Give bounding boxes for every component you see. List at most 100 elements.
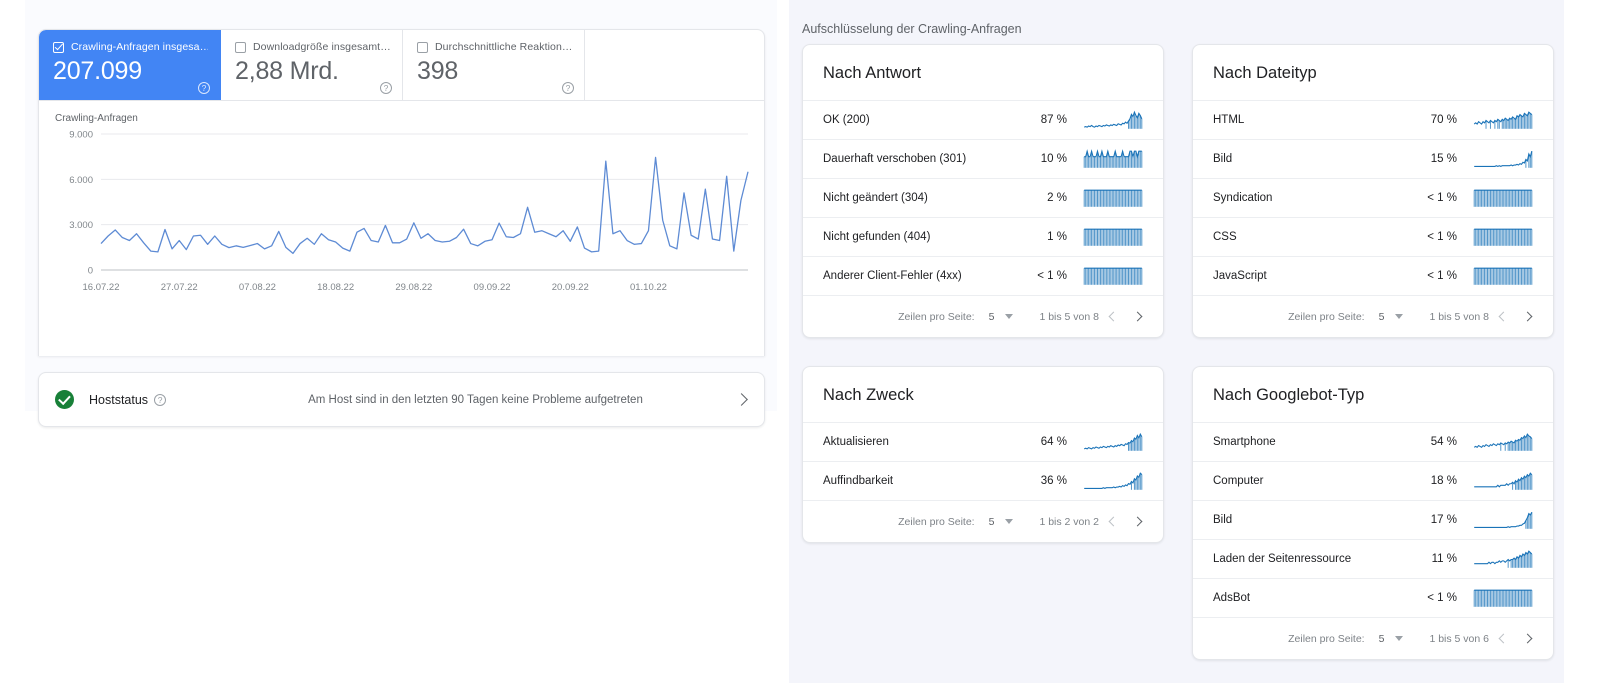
next-page-button[interactable] (1125, 509, 1151, 535)
svg-text:0: 0 (88, 266, 93, 277)
sparkline (1473, 189, 1533, 207)
metric-tile-2[interactable]: Durchschnittliche Reaktion… 398? (403, 30, 585, 100)
sparkline (1473, 267, 1533, 285)
chevron-right-icon[interactable] (735, 393, 748, 406)
table-row[interactable]: Computer 18 % (1193, 461, 1553, 500)
row-percent: 18 % (1430, 475, 1457, 487)
chevron-down-icon[interactable] (1395, 636, 1404, 641)
breakdown-card-2: Nach Zweck Aktualisieren 64 % Auffindbarkei… (802, 366, 1164, 543)
chevron-down-icon[interactable] (1005, 519, 1014, 524)
table-row[interactable]: Nicht gefunden (404) 1 % (803, 217, 1163, 256)
svg-text:6.000: 6.000 (69, 175, 93, 186)
rows-per-page-value[interactable]: 5 (1379, 311, 1385, 323)
chevron-right-icon (1132, 311, 1142, 322)
question-mark-icon[interactable]: ? (198, 82, 210, 94)
chart-title: Crawling-Anfragen (55, 113, 138, 124)
table-row[interactable]: Bild 15 % (1193, 139, 1553, 178)
next-page-button[interactable] (1515, 626, 1541, 652)
sparkline (1474, 550, 1533, 568)
table-row[interactable]: OK (200) 87 % (803, 100, 1163, 139)
table-row[interactable]: Bild 17 % (1193, 500, 1553, 539)
table-row[interactable]: Laden der Seitenressource 11 % (1193, 539, 1553, 578)
table-row[interactable]: HTML 70 % (1193, 100, 1553, 139)
chevron-right-icon (1522, 311, 1532, 322)
row-label: Smartphone (1213, 436, 1276, 448)
host-status-label: Hoststatus (89, 392, 149, 407)
metric-tile-1[interactable]: Downloadgröße insgesamt… 2,88 Mrd.? (221, 30, 403, 100)
next-page-button[interactable] (1515, 304, 1541, 330)
left-panel-content: Crawling-Anfragen insgesa… 207.099? Downlo… (38, 29, 765, 427)
next-page-button[interactable] (1125, 304, 1151, 330)
line-chart-svg: 0 3.000 6.000 9.000 16.07.22 27.07.22 07.08.22… (69, 130, 749, 293)
host-status-row[interactable]: Hoststatus ? Am Host sind in den letzten… (38, 372, 765, 427)
svg-text:09.09.22: 09.09.22 (474, 282, 511, 293)
sparkline (1474, 472, 1533, 490)
table-row[interactable]: Smartphone 54 % (1193, 422, 1553, 461)
row-label: Computer (1213, 475, 1264, 487)
pagination-bar: Zeilen pro Seite: 5 1 bis 5 von 8 (803, 295, 1163, 337)
table-row[interactable]: Anderer Client-Fehler (4xx) < 1 % (803, 256, 1163, 295)
row-label: Aktualisieren (823, 436, 889, 448)
rows-per-page-value[interactable]: 5 (1379, 633, 1385, 645)
metric-checkbox[interactable] (417, 41, 428, 53)
table-row[interactable]: AdsBot < 1 % (1193, 578, 1553, 617)
table-row[interactable]: Auffindbarkeit 36 % (803, 461, 1163, 500)
question-mark-icon[interactable]: ? (380, 82, 392, 94)
row-percent: 1 % (1047, 231, 1067, 243)
breakdown-card-title: Nach Antwort (823, 64, 922, 82)
table-row[interactable]: JavaScript < 1 % (1193, 256, 1553, 295)
row-percent: < 1 % (1427, 192, 1457, 204)
row-percent: 17 % (1430, 514, 1457, 526)
row-percent: 2 % (1047, 192, 1067, 204)
svg-text:20.09.22: 20.09.22 (552, 282, 589, 293)
chevron-down-icon[interactable] (1395, 314, 1404, 319)
metric-label: Crawling-Anfragen insgesa… (71, 41, 208, 53)
crawl-requests-chart-card: Crawling-Anfragen 0 3.000 6.000 9.000 16.07.… (39, 100, 764, 356)
rows-per-page-value[interactable]: 5 (989, 311, 995, 323)
table-row[interactable]: Nicht geändert (304) 2 % (803, 178, 1163, 217)
metric-head: Durchschnittliche Reaktion… (417, 41, 572, 53)
question-mark-icon[interactable]: ? (154, 393, 167, 406)
metrics-and-chart-card: Crawling-Anfragen insgesa… 207.099? Downlo… (38, 29, 765, 356)
prev-page-button[interactable] (1099, 304, 1125, 330)
row-label: Bild (1213, 153, 1233, 165)
breakdown-card-title: Nach Googlebot-Typ (1213, 386, 1365, 404)
breakdown-card-1: Nach Dateityp HTML 70 % Bild 15 % Syndication… (1192, 44, 1554, 338)
svg-text:18.08.22: 18.08.22 (317, 282, 354, 293)
prev-page-button[interactable] (1489, 626, 1515, 652)
svg-text:27.07.22: 27.07.22 (161, 282, 198, 293)
row-label: Nicht geändert (304) (823, 192, 928, 204)
question-mark-icon[interactable]: ? (562, 82, 574, 94)
sparkline (1084, 110, 1143, 129)
table-row[interactable]: CSS < 1 % (1193, 217, 1553, 256)
sparkline (1083, 149, 1143, 168)
table-row[interactable]: Aktualisieren 64 % (803, 422, 1163, 461)
row-label: Laden der Seitenressource (1213, 553, 1352, 565)
metric-label: Durchschnittliche Reaktion… (435, 41, 572, 53)
sparkline (1473, 589, 1533, 607)
row-label: JavaScript (1213, 270, 1267, 282)
chevron-left-icon (1108, 311, 1118, 322)
sparkline (1083, 189, 1143, 207)
prev-page-button[interactable] (1099, 509, 1125, 535)
row-percent: 87 % (1040, 114, 1067, 126)
chevron-down-icon[interactable] (1005, 314, 1014, 319)
pagination-range: 1 bis 5 von 8 (1429, 310, 1489, 323)
metric-tile-0[interactable]: Crawling-Anfragen insgesa… 207.099? (39, 30, 221, 100)
metric-checkbox[interactable] (235, 41, 246, 53)
prev-page-button[interactable] (1489, 304, 1515, 330)
table-row[interactable]: Dauerhaft verschoben (301) 10 % (803, 139, 1163, 178)
metric-tiles: Crawling-Anfragen insgesa… 207.099? Downlo… (39, 30, 764, 100)
row-percent: 70 % (1430, 114, 1457, 126)
pagination-range: 1 bis 5 von 6 (1429, 632, 1489, 645)
pagination-bar: Zeilen pro Seite: 5 1 bis 2 von 2 (803, 500, 1163, 542)
metric-head: Downloadgröße insgesamt… (235, 41, 390, 53)
sparkline (1083, 267, 1143, 285)
svg-text:29.08.22: 29.08.22 (395, 282, 432, 293)
table-row[interactable]: Syndication < 1 % (1193, 178, 1553, 217)
row-label: CSS (1213, 231, 1237, 243)
metric-checkbox[interactable] (53, 41, 64, 53)
pagination-bar: Zeilen pro Seite: 5 1 bis 5 von 6 (1193, 617, 1553, 659)
rows-per-page-value[interactable]: 5 (989, 516, 995, 528)
row-label: Bild (1213, 514, 1233, 526)
